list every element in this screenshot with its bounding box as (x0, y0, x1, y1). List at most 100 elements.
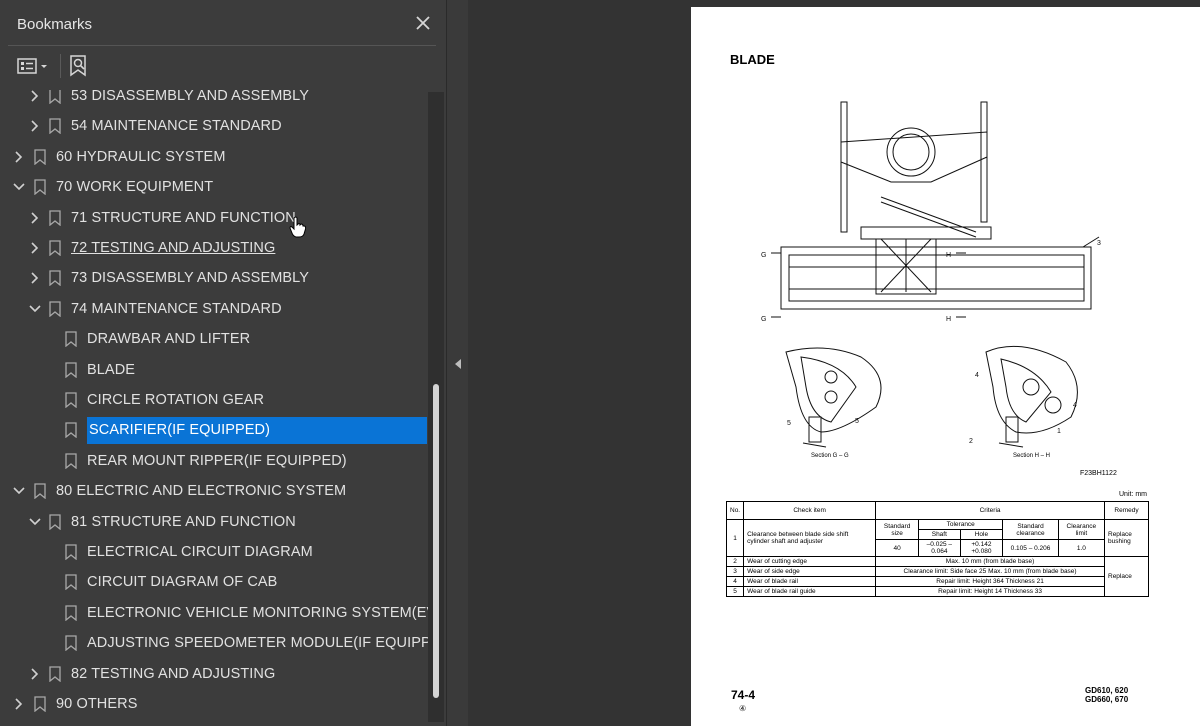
bookmark-item[interactable]: 81 STRUCTURE AND FUNCTION (0, 507, 428, 537)
bookmark-item[interactable]: CIRCLE ROTATION GEAR (0, 385, 428, 415)
bookmark-label: 73 DISASSEMBLY AND ASSEMBLY (71, 270, 310, 287)
bookmark-item[interactable]: 54 MAINTENANCE STANDARD (0, 111, 428, 141)
r5-criteria-value: Height 14 Thickness 33 (974, 588, 1043, 595)
r1-hole: +0.142 +0.080 (959, 539, 1004, 557)
bookmark-item[interactable]: ELECTRONIC VEHICLE MONITORING SYSTEM(EVM… (0, 598, 428, 628)
bookmark-label: 72 TESTING AND ADJUSTING (71, 240, 276, 256)
label-2: 2 (969, 438, 973, 445)
bookmark-label: 60 HYDRAULIC SYSTEM (56, 148, 226, 165)
bookmark-label: REAR MOUNT RIPPER(IF EQUIPPED) (87, 452, 347, 469)
find-bookmark-icon[interactable] (66, 53, 92, 79)
section-h-caption: Section H – H (1013, 453, 1051, 459)
bookmark-icon (49, 209, 61, 226)
bookmark-item[interactable]: CIRCUIT DIAGRAM OF CAB (0, 567, 428, 597)
th-criteria: Criteria (875, 501, 1105, 520)
pdf-viewer-window: Bookmarks 53 DISASSEMBLY AND ASSEMBLY 54… (0, 0, 1200, 726)
chevron-right-icon[interactable] (12, 697, 26, 711)
chevron-right-icon[interactable] (28, 119, 42, 133)
label-g-bottom: G (761, 316, 766, 323)
bookmark-item[interactable]: 73 DISASSEMBLY AND ASSEMBLY (0, 263, 428, 293)
r4-criteria-label: Repair limit: (936, 578, 971, 585)
th-clearance-limit: Clearance limit (1057, 519, 1106, 540)
r4-no: 4 (725, 576, 745, 587)
document-viewport[interactable]: BLADE G G H H 3 5 5 4 4 1 2 Section G – … (468, 0, 1200, 726)
chevron-down-icon[interactable] (12, 180, 26, 194)
bookmarks-title: Bookmarks (17, 16, 93, 33)
close-icon[interactable] (413, 13, 433, 33)
hand-cursor-icon (289, 216, 307, 238)
th-std-clearance: Standard clearance (1002, 519, 1059, 540)
label-g-top: G (761, 252, 766, 259)
chevron-right-icon[interactable] (28, 667, 42, 681)
r2-item: Wear of cutting edge (743, 556, 877, 567)
bookmark-item[interactable]: 74 MAINTENANCE STANDARD (0, 294, 428, 324)
bookmark-item[interactable]: 53 DISASSEMBLY AND ASSEMBLY (0, 90, 428, 111)
chevron-right-icon[interactable] (12, 150, 26, 164)
th-tolerance: Tolerance (918, 519, 1004, 530)
bookmark-item[interactable]: REAR MOUNT RIPPER(IF EQUIPPED) (0, 446, 428, 476)
maintenance-criteria-table: No. Check item Criteria Remedy 1 Clearan… (725, 501, 1149, 597)
th-shaft: Shaft (918, 529, 961, 540)
r5-no: 5 (725, 586, 745, 597)
chevron-down-icon[interactable] (28, 515, 42, 529)
header-divider (8, 45, 436, 46)
r3-item: Wear of side edge (743, 566, 877, 577)
panel-splitter[interactable] (446, 0, 468, 726)
bookmark-icon (65, 574, 77, 591)
bookmark-item[interactable]: 60 HYDRAULIC SYSTEM (0, 142, 428, 172)
bookmark-icon (34, 149, 46, 165)
th-check-item: Check item (743, 501, 877, 520)
chevron-down-icon[interactable] (12, 484, 26, 498)
bookmark-label: 74 MAINTENANCE STANDARD (71, 300, 282, 317)
bookmark-item[interactable]: 70 WORK EQUIPMENT (0, 172, 428, 202)
unit-label: Unit: mm (1119, 491, 1147, 498)
bookmarks-scrollbar[interactable] (428, 92, 444, 722)
bookmark-label: 71 STRUCTURE AND FUNCTION (71, 209, 296, 226)
chevron-right-icon[interactable] (28, 211, 42, 225)
r1-shaft: –0.025 –0.064 (918, 539, 961, 557)
bookmark-icon (49, 90, 61, 104)
chevron-right-icon[interactable] (28, 271, 42, 285)
label-1: 1 (1057, 428, 1061, 435)
r3-no: 3 (725, 566, 745, 577)
pdf-page: BLADE G G H H 3 5 5 4 4 1 2 Section G – … (691, 7, 1200, 726)
chevron-down-icon[interactable] (28, 302, 42, 316)
bookmark-item[interactable]: DRAWBAR AND LIFTER (0, 324, 428, 354)
bookmark-item[interactable]: ELECTRICAL CIRCUIT DIAGRAM (0, 537, 428, 567)
model-numbers: GD610, 620 GD660, 670 (1085, 686, 1128, 704)
bookmark-icon (65, 361, 77, 378)
r5-item: Wear of blade rail guide (743, 586, 877, 597)
bookmark-item[interactable]: 80 ELECTRIC AND ELECTRONIC SYSTEM (0, 476, 428, 506)
bookmark-icon (49, 118, 61, 135)
list-options-icon[interactable] (14, 53, 52, 79)
th-no: No. (725, 501, 745, 520)
th-remedy: Remedy (1104, 501, 1149, 520)
scrollbar-thumb[interactable] (433, 384, 439, 698)
bookmark-icon (65, 392, 77, 408)
bookmark-item[interactable]: ADJUSTING SPEEDOMETER MODULE(IF EQUIPPED… (0, 628, 428, 658)
bookmark-tree: 53 DISASSEMBLY AND ASSEMBLY 54 MAINTENANC… (0, 90, 428, 722)
bookmark-item[interactable]: SCARIFIER(IF EQUIPPED) (0, 415, 428, 445)
r1-clearance: 0.105 – 0.206 (1002, 539, 1059, 557)
bookmark-item[interactable]: 90 OTHERS (0, 689, 428, 719)
bookmark-label: SCARIFIER(IF EQUIPPED) (87, 417, 427, 445)
bookmark-item[interactable]: 72 TESTING AND ADJUSTING (0, 233, 428, 263)
bookmark-label: DRAWBAR AND LIFTER (87, 331, 251, 348)
bookmark-icon (34, 483, 46, 500)
collapse-panel-icon[interactable] (455, 359, 461, 369)
page-number: 74-4 (731, 688, 756, 702)
bookmark-label: 90 OTHERS (56, 696, 138, 712)
chevron-right-icon[interactable] (28, 90, 42, 103)
bookmark-item[interactable]: 82 TESTING AND ADJUSTING (0, 659, 428, 689)
bookmark-item[interactable]: BLADE (0, 355, 428, 385)
bookmark-icon (65, 453, 77, 469)
bookmark-label: BLADE (87, 361, 136, 378)
bookmark-item[interactable]: 71 STRUCTURE AND FUNCTION (0, 203, 428, 233)
chevron-right-icon[interactable] (28, 241, 42, 255)
r4-item: Wear of blade rail (743, 576, 877, 587)
bookmark-label: 54 MAINTENANCE STANDARD (71, 118, 282, 135)
bookmarks-toolbar (0, 50, 446, 82)
page-title: BLADE (730, 52, 775, 67)
revision-mark: ④ (739, 704, 747, 713)
r2-criteria: Max. 10 mm (from blade base) (875, 556, 1105, 567)
